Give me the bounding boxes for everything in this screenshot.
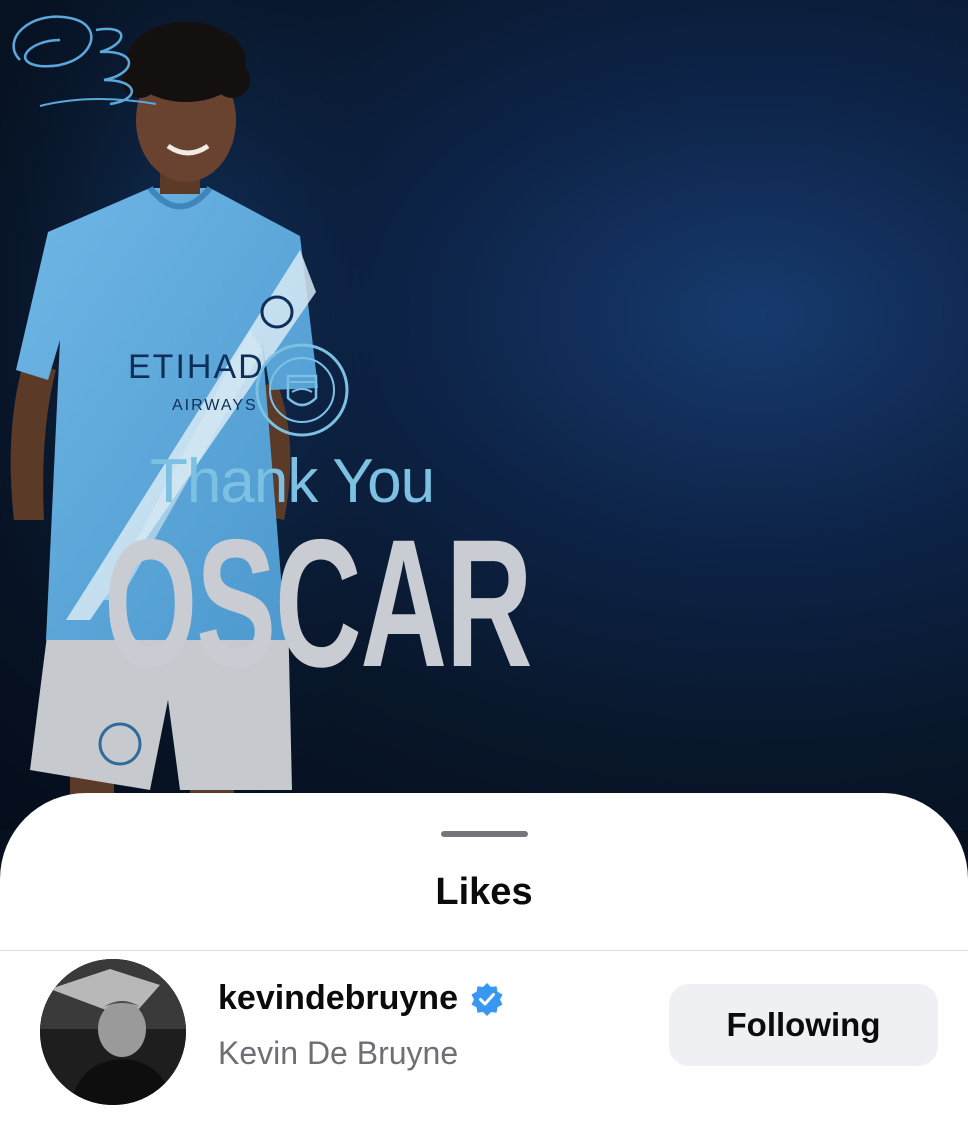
full-name: Kevin De Bruyne	[218, 1035, 459, 1071]
username[interactable]: kevindebruyne	[218, 979, 458, 1018]
shirt-sponsor-text: ETIHAD	[128, 348, 265, 386]
shirt-sponsor-sub-text: AIRWAYS	[172, 397, 258, 414]
list-item[interactable]: kevindebruyne Kevin De Bruyne Following	[0, 951, 968, 1139]
club-crest-icon	[254, 342, 350, 438]
post-image: ETIHAD AIRWAYS Thank You OSCAR	[0, 0, 968, 830]
username-line: kevindebruyne	[218, 979, 504, 1018]
following-button[interactable]: Following	[669, 984, 938, 1066]
likes-sheet: Likes kevindebruyne Kevin De Bruyne Foll…	[0, 793, 968, 1139]
player-name-headline: OSCAR	[104, 501, 533, 705]
signature-graphic	[12, 15, 157, 107]
verified-badge-icon	[470, 982, 504, 1016]
avatar[interactable]	[40, 959, 186, 1105]
sheet-title: Likes	[435, 871, 533, 913]
sheet-grabber-handle[interactable]	[441, 831, 528, 837]
